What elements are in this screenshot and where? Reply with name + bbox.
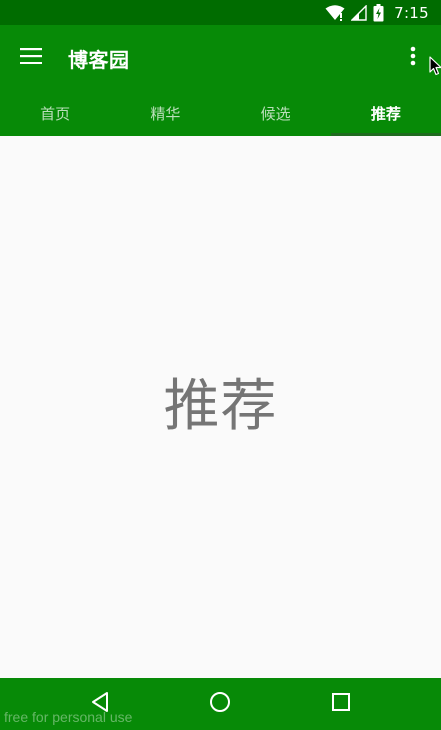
recents-button[interactable]: [311, 678, 371, 730]
wifi-icon: [325, 4, 345, 21]
tab-candidates[interactable]: 候选: [221, 91, 331, 136]
status-bar: 7:15: [0, 0, 441, 25]
tab-featured[interactable]: 精华: [110, 91, 220, 136]
battery-charging-icon: [373, 3, 384, 22]
signal-icon: [351, 4, 367, 21]
tab-home[interactable]: 首页: [0, 91, 110, 136]
recents-square-icon: [331, 692, 351, 716]
watermark-text: free for personal use: [4, 709, 133, 725]
tab-recommended[interactable]: 推荐: [330, 91, 441, 136]
app-screen: 7:15 博客园 首页 精华 候选 推荐 推荐 free for persona…: [0, 0, 441, 730]
overflow-menu-button[interactable]: [395, 25, 431, 91]
more-vertical-icon: [410, 46, 416, 70]
page-label: 推荐: [163, 373, 278, 439]
status-time: 7:15: [394, 3, 429, 22]
hamburger-menu-icon: [20, 48, 42, 68]
menu-button[interactable]: [0, 25, 62, 91]
home-button[interactable]: [190, 678, 250, 730]
home-circle-icon: [209, 691, 231, 717]
mouse-cursor-icon: [429, 56, 441, 80]
app-bar: 博客园: [0, 25, 441, 91]
app-title: 博客园: [68, 47, 130, 72]
content-area: 推荐: [0, 136, 441, 678]
tab-bar: 首页 精华 候选 推荐: [0, 91, 441, 136]
